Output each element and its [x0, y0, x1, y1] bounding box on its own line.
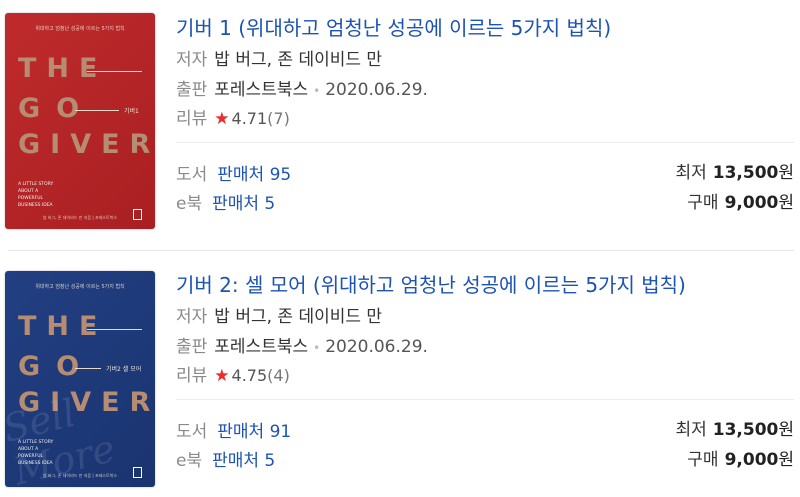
author-value[interactable]: 밥 버그, 존 데이비드 만 [214, 307, 382, 327]
cover-rule [75, 368, 101, 369]
cover-rule [75, 110, 119, 111]
buy-price-value: 9,000 [724, 193, 779, 213]
cover-top-text: 위대하고 엄청난 성공에 이르는 5가지 법칙 [35, 284, 125, 290]
book-sellers-link[interactable]: 판매처 91 [217, 422, 291, 442]
review-row: 리뷰 ★ 4.71(7) [176, 104, 290, 129]
book-cover[interactable]: 위대하고 엄청난 성공에 이르는 5가지 법칙 THE GO 기버2 셀 모어 … [5, 271, 155, 487]
cover-story: A LITTLE STORY ABOUT A POWERFUL BUSINESS… [18, 182, 54, 208]
ebook-sellers-link[interactable]: 판매처 5 [212, 194, 275, 214]
publish-date: 2020.06.29. [325, 80, 428, 100]
publisher-row: 출판 포레스트북스 • 2020.06.29. [176, 332, 428, 357]
lowest-price-label: 최저 [675, 420, 707, 440]
cover-title-word: GIVER [18, 129, 155, 160]
author-row: 저자 밥 버그, 존 데이비드 만 [176, 302, 382, 327]
cover-title-word: THE [18, 53, 108, 84]
review-row: 리뷰 ★ 4.75(4) [176, 361, 290, 386]
publish-date: 2020.06.29. [325, 337, 428, 357]
author-row: 저자 밥 버그, 존 데이비드 만 [176, 45, 382, 70]
book-kind-label: 도서 [176, 165, 208, 185]
cover-title-word: GO [18, 351, 96, 382]
book-title-link[interactable]: 기버 2: 셀 모어 (위대하고 엄청난 성공에 이르는 5가지 법칙) [176, 269, 686, 298]
publisher-row: 출판 포레스트북스 • 2020.06.29. [176, 75, 428, 100]
currency-unit: 원 [778, 420, 794, 440]
buy-price[interactable]: 구매 9,000원 [687, 188, 794, 213]
star-icon: ★ [214, 109, 230, 129]
buy-price-value: 9,000 [724, 450, 779, 470]
book-kind-label: 도서 [176, 422, 208, 442]
lowest-price[interactable]: 최저 13,500원 [675, 158, 794, 183]
ebook-kind-label: e북 [176, 194, 203, 214]
currency-unit: 원 [778, 450, 794, 470]
buy-price-label: 구매 [687, 193, 719, 213]
review-label: 리뷰 [176, 366, 208, 386]
cover-rule [87, 329, 142, 330]
currency-unit: 원 [778, 163, 794, 183]
publisher-value[interactable]: 포레스트북스 [214, 337, 308, 357]
result-divider [8, 250, 794, 251]
cover-story: A LITTLE STORY ABOUT A POWERFUL BUSINESS… [18, 440, 54, 466]
divider [176, 399, 794, 400]
cover-subtitle: 기버2 셀 모어 [106, 366, 142, 373]
separator-dot: • [313, 341, 321, 355]
lowest-price[interactable]: 최저 13,500원 [675, 415, 794, 440]
ebook-store-row: e북 판매처 5 [176, 189, 275, 214]
cover-top-text: 위대하고 엄청난 성공에 이르는 5가지 법칙 [35, 26, 125, 32]
publisher-label: 출판 [176, 337, 208, 357]
lowest-price-value: 13,500 [712, 420, 779, 440]
ebook-kind-label: e북 [176, 451, 203, 471]
lowest-price-label: 최저 [675, 163, 707, 183]
review-count[interactable]: (7) [267, 109, 290, 128]
author-value[interactable]: 밥 버그, 존 데이비드 만 [214, 50, 382, 70]
buy-price[interactable]: 구매 9,000원 [687, 445, 794, 470]
book-result: 위대하고 엄청난 성공에 이르는 5가지 법칙 THE GO 기버2 셀 모어 … [0, 257, 800, 497]
book-store-row: 도서 판매처 91 [176, 417, 291, 442]
rating-value: 4.75 [231, 366, 268, 385]
separator-dot: • [313, 84, 321, 98]
cover-title-word: THE [18, 311, 108, 342]
author-label: 저자 [176, 307, 208, 327]
ebook-sellers-link[interactable]: 판매처 5 [212, 451, 275, 471]
cover-title-word: GO [18, 93, 96, 124]
book-sellers-link[interactable]: 판매처 95 [217, 165, 291, 185]
author-label: 저자 [176, 50, 208, 70]
book-store-row: 도서 판매처 95 [176, 160, 291, 185]
publisher-value[interactable]: 포레스트북스 [214, 80, 308, 100]
cover-rule [87, 71, 142, 72]
divider [176, 142, 794, 143]
cover-bottom-text: 밥 버그, 존 데이비드 만 지음 | 포레스트북스 [42, 473, 118, 478]
review-count[interactable]: (4) [267, 366, 290, 385]
ebook-store-row: e북 판매처 5 [176, 446, 275, 471]
star-icon: ★ [214, 366, 230, 386]
book-result: 위대하고 엄청난 성공에 이르는 5가지 법칙 THE GO 기버1 GIVER… [0, 0, 800, 240]
buy-price-label: 구매 [687, 450, 719, 470]
rating-value: 4.71 [231, 109, 268, 128]
book-title-link[interactable]: 기버 1 (위대하고 엄청난 성공에 이르는 5가지 법칙) [176, 12, 611, 41]
lowest-price-value: 13,500 [712, 163, 779, 183]
book-cover[interactable]: 위대하고 엄청난 성공에 이르는 5가지 법칙 THE GO 기버1 GIVER… [5, 13, 155, 229]
currency-unit: 원 [778, 193, 794, 213]
publisher-label: 출판 [176, 80, 208, 100]
review-label: 리뷰 [176, 109, 208, 129]
cover-bottom-text: 밥 버그, 존 데이비드 만 지음 | 포레스트북스 [42, 215, 118, 220]
cover-subtitle: 기버1 [124, 108, 139, 115]
